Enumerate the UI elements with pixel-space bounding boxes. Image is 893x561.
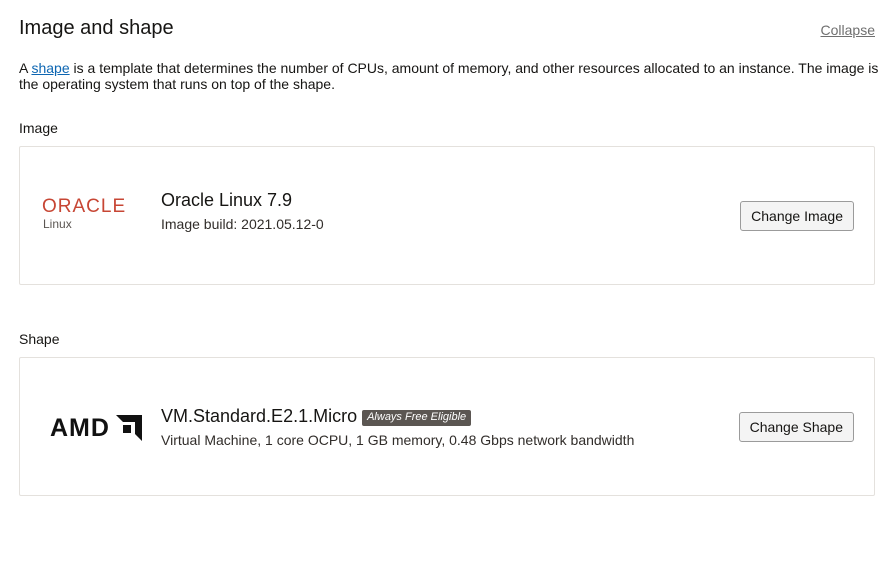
shape-label: Shape [19,331,60,347]
image-name: Oracle Linux 7.9 [161,190,293,210]
linux-logo-text: Linux [43,217,72,231]
oracle-linux-logo: ORACLE Linux [42,197,138,233]
oracle-logo-text: ORACLE [42,196,127,217]
description-suffix: is a template that determines the number… [19,60,879,92]
description-prefix: A [19,60,32,76]
image-build: Image build: 2021.05.12-0 [161,216,324,232]
collapse-link[interactable]: Collapse [821,22,875,38]
always-free-badge: Always Free Eligible [362,410,472,426]
amd-logo: AMD [50,414,154,442]
image-card: ORACLE Linux Oracle Linux 7.9 Image buil… [19,146,875,285]
shape-name: VM.Standard.E2.1.Micro [161,406,358,426]
shape-help-link[interactable]: shape [31,60,69,76]
amd-arrow-icon [116,415,143,441]
section-title: Image and shape [19,17,174,39]
image-label: Image [19,120,58,136]
shape-card: AMD VM.Standard.E2.1.Micro Always Free El… [19,357,875,496]
amd-logo-text: AMD [50,414,110,442]
change-shape-button[interactable]: Change Shape [738,412,854,442]
section-description: A shape is a template that determines th… [19,60,879,92]
shape-name-row: VM.Standard.E2.1.Micro Always Free Eligib… [161,406,472,427]
shape-details: Virtual Machine, 1 core OCPU, 1 GB memor… [161,432,635,448]
change-image-button[interactable]: Change Image [740,201,854,231]
